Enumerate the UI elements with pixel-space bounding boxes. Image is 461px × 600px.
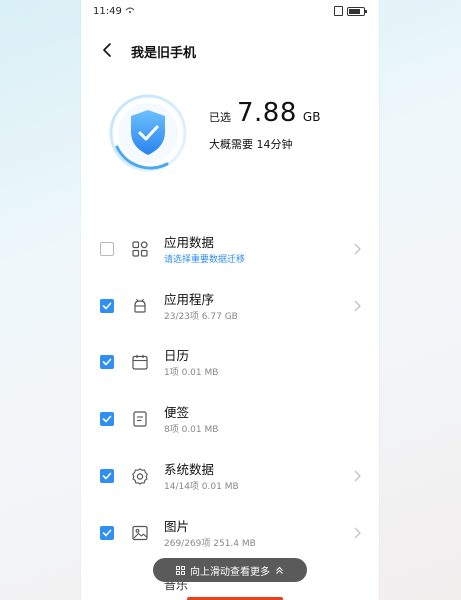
chevron-right-icon [354,527,361,539]
item-subtitle: 269/269项 251.4 MB [164,539,256,549]
back-arrow-icon [103,43,111,57]
item-title: 图片 [164,519,190,534]
time-estimate: 大概需要 14分钟 [209,138,293,151]
phone-screen: 11:49 我是旧手机 已选 7.88 GB 大概需要 14分钟 应用数据 请选… [81,0,379,600]
check-icon [102,472,112,480]
status-time: 11:49 [93,6,122,17]
check-icon [102,415,112,423]
checkbox[interactable] [100,355,114,369]
sim-icon [334,6,343,16]
checkbox[interactable] [100,412,114,426]
item-title: 日历 [164,348,190,363]
item-title: 便签 [164,405,190,420]
item-subtitle: 1项 0.01 MB [164,368,219,378]
list-item-notes[interactable]: 便签 8项 0.01 MB [81,392,379,448]
chevron-right-icon [354,243,361,255]
selected-size: 已选 7.88 GB [209,98,320,128]
scroll-hint-button[interactable]: 向上滑动查看更多 [153,558,307,582]
apps-grid-icon [132,241,148,257]
grid-icon [176,565,185,575]
chevron-right-icon [354,300,361,312]
note-icon [133,411,147,427]
checkbox[interactable] [100,526,114,540]
transfer-summary: 已选 7.88 GB 大概需要 14分钟 [81,86,379,176]
selected-label: 已选 [209,111,231,124]
list-item-pictures[interactable]: 图片 269/269项 251.4 MB [81,506,379,562]
item-subtitle: 8项 0.01 MB [164,425,219,435]
chevron-right-icon [354,470,361,482]
gear-icon [132,468,148,485]
item-title: 应用程序 [164,292,215,307]
page-title: 我是旧手机 [131,46,197,61]
checkbox[interactable] [100,469,114,483]
status-bar: 11:49 [81,0,379,24]
network-signal-icon [125,6,135,16]
item-subtitle: 23/23项 6.77 GB [164,312,238,322]
list-item-applications[interactable]: 应用程序 23/23项 6.77 GB [81,279,379,335]
calendar-icon [132,354,148,370]
battery-icon [347,6,367,16]
scroll-hint-label: 向上滑动查看更多 [190,566,270,578]
top-bar: 我是旧手机 [81,36,379,64]
image-icon [132,525,148,541]
item-subtitle: 14/14项 0.01 MB [164,482,239,492]
list-item-app-data[interactable]: 应用数据 请选择重要数据迁移 [81,222,379,278]
back-button[interactable] [101,42,115,57]
status-right [334,6,367,16]
checkbox[interactable] [100,299,114,313]
checkbox[interactable] [100,242,114,256]
check-icon [102,529,112,537]
android-icon [134,298,146,313]
size-value: 7.88 [237,98,297,128]
size-unit: GB [302,110,321,124]
item-title: 系统数据 [164,462,215,477]
check-icon [102,302,112,310]
shield-icon [107,92,189,174]
list-item-system-data[interactable]: 系统数据 14/14项 0.01 MB [81,449,379,505]
double-chevron-up-icon [276,566,283,574]
check-icon [102,358,112,366]
list-item-calendar[interactable]: 日历 1项 0.01 MB [81,335,379,391]
item-title: 应用数据 [164,235,215,250]
item-subtitle[interactable]: 请选择重要数据迁移 [164,252,245,265]
